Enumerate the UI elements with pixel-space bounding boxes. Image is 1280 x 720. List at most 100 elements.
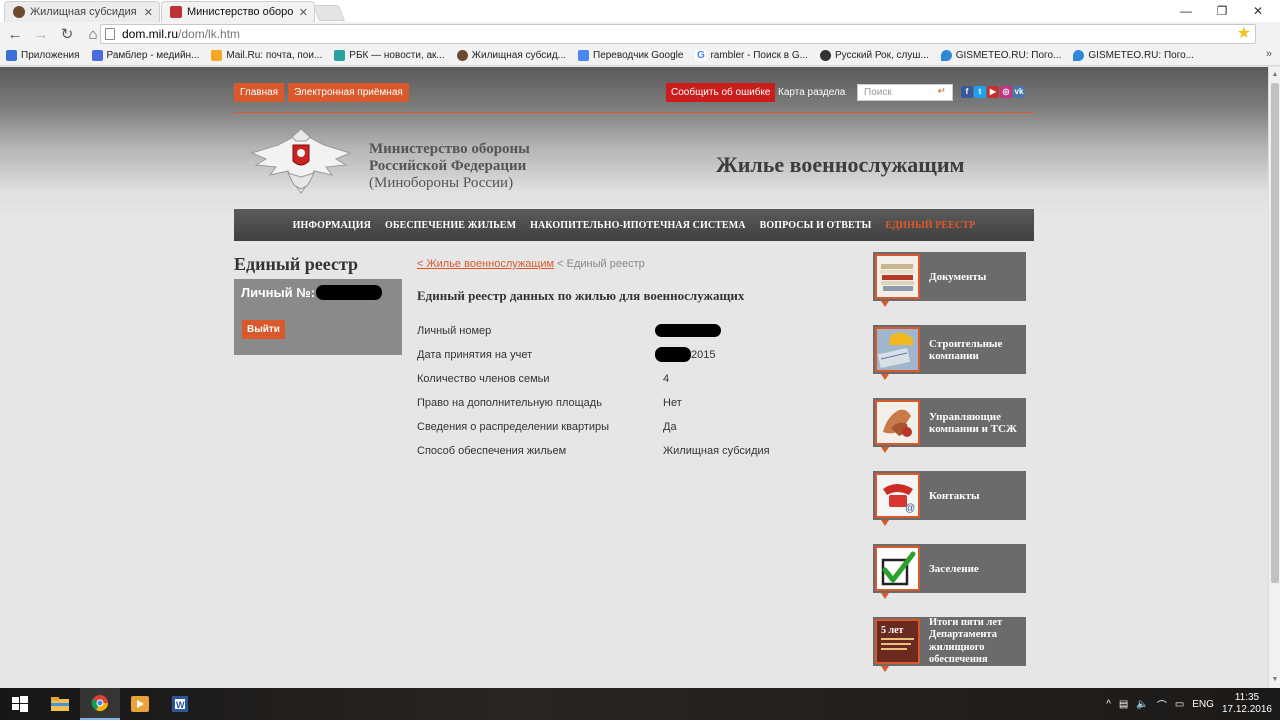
ministry-line: Российской Федерации [369, 158, 527, 174]
ministry-line: (Минобороны России) [369, 175, 514, 191]
nav-item-housing[interactable]: Обеспечение жильем [385, 220, 516, 231]
personal-account-box: Личный №: Выйти [234, 279, 402, 355]
enter-icon[interactable]: ↵ [938, 86, 946, 97]
tray-expand-icon[interactable]: ^ [1106, 699, 1111, 710]
bookmark-label: Mail.Ru: почта, пои... [226, 50, 323, 61]
card-label: Заселение [929, 562, 979, 575]
nav-item-registry[interactable]: Единый реестр [885, 220, 975, 231]
bookmarks-overflow-icon[interactable]: » [1266, 48, 1272, 60]
logout-button[interactable]: Выйти [242, 320, 285, 339]
report-error-button[interactable]: Сообщить об ошибке [666, 83, 776, 102]
e-reception-link[interactable]: Электронная приёмная [288, 83, 409, 102]
media-player-icon[interactable] [120, 688, 160, 720]
bookmark-item[interactable]: GISMETEO.RU: Пого... [1073, 50, 1194, 61]
tab-close-icon[interactable]: ✕ [299, 6, 308, 19]
facebook-icon[interactable]: f [961, 86, 973, 98]
twitter-icon[interactable]: t [974, 86, 986, 98]
side-card-contacts[interactable]: @ Контакты [873, 471, 1026, 526]
back-icon[interactable]: ← [2, 23, 28, 45]
side-card-documents[interactable]: Документы [873, 252, 1026, 307]
bookmark-item[interactable]: Русский Рок, слуш... [819, 50, 929, 61]
chrome-icon[interactable] [80, 688, 120, 720]
scroll-thumb[interactable] [1271, 83, 1279, 583]
row-label: Количество членов семьи [417, 373, 550, 385]
wifi-icon[interactable]: ⌒ [1157, 697, 1167, 712]
reload-icon[interactable]: ↻ [54, 23, 80, 45]
side-card-management[interactable]: Управляющие компании и ТСЖ [873, 398, 1026, 453]
side-card-construction[interactable]: Строительные компании [873, 325, 1026, 380]
forward-icon[interactable]: → [28, 23, 54, 45]
bookmark-label: Переводчик Google [593, 50, 684, 61]
bookmark-label: GISMETEO.RU: Пого... [1088, 50, 1195, 61]
file-explorer-icon[interactable] [40, 688, 80, 720]
notification-icon[interactable]: ▭ [1175, 699, 1184, 710]
bookmark-item[interactable]: Mail.Ru: почта, пои... [211, 50, 322, 61]
language-indicator[interactable]: ENG [1192, 699, 1214, 710]
clock-date: 17.12.2016 [1221, 704, 1272, 715]
bookmark-item[interactable]: Рамблер - медийн... [91, 50, 199, 61]
new-tab-button[interactable] [313, 5, 345, 21]
card-label: Контакты [929, 489, 980, 502]
nav-item-mortgage[interactable]: Накопительно-ипотечная система [530, 220, 745, 231]
page-viewport: Главная Электронная приёмная Сообщить об… [0, 67, 1268, 688]
bookmark-item[interactable]: РБК — новости, ак... [334, 50, 445, 61]
row-value: Жилищная субсидия [663, 445, 770, 457]
bookmark-favicon-icon [334, 50, 346, 61]
breadcrumb-link[interactable]: < Жилье военнослужащим [417, 258, 554, 270]
bookmark-star-icon[interactable]: ★ [1237, 25, 1251, 43]
youtube-icon[interactable]: ▶ [987, 86, 999, 98]
eagle-emblem-logo[interactable] [248, 123, 354, 199]
breadcrumb-current: < Единый реестр [557, 258, 645, 270]
bookmark-item[interactable]: Приложения [6, 50, 80, 61]
content-title: Единый реестр данных по жилью для военно… [417, 288, 745, 303]
restore-icon[interactable]: ❐ [1204, 0, 1240, 22]
network-icon[interactable]: ▤ [1119, 699, 1128, 710]
personal-number-label: Личный №: [241, 285, 316, 300]
page-scrollbar[interactable]: ▲ ▼ [1268, 67, 1280, 688]
scroll-down-icon[interactable]: ▼ [1269, 674, 1280, 686]
bookmark-item[interactable]: Переводчик Google [578, 50, 683, 61]
browser-tab-subsidy[interactable]: Жилищная субсидия для ✕ [4, 1, 160, 22]
side-card-five-years[interactable]: 5 лет Итоги пяти лет Департамента жилищн… [873, 617, 1026, 672]
scroll-up-icon[interactable]: ▲ [1269, 69, 1280, 81]
card-arrow [881, 301, 889, 307]
volume-icon[interactable]: 🔈 [1136, 699, 1148, 710]
vk-icon[interactable]: vk [1013, 86, 1025, 98]
info-row: Сведения о распределении квартиры Да [417, 421, 857, 437]
address-bar[interactable]: dom.mil.ru /dom/lk.htm ★ [100, 24, 1256, 44]
bookmark-label: Русский Рок, слуш... [834, 50, 929, 61]
bookmark-favicon-icon [1073, 50, 1085, 61]
info-row: Личный номер [417, 324, 857, 341]
search-input[interactable]: Поиск ↵ [857, 84, 953, 101]
card-arrow [881, 593, 889, 599]
close-window-icon[interactable]: ✕ [1240, 0, 1276, 22]
bookmark-favicon-icon [211, 50, 223, 61]
word-icon[interactable]: W [160, 688, 200, 720]
bookmark-label: GISMETEO.RU: Пого... [955, 50, 1062, 61]
side-card-settlement[interactable]: Заселение [873, 544, 1026, 599]
minimize-icon[interactable]: — [1168, 0, 1204, 22]
nav-item-faq[interactable]: Вопросы и ответы [760, 220, 872, 231]
row-value: 2015 [691, 349, 716, 361]
row-label: Сведения о распределении квартиры [417, 421, 610, 433]
clock[interactable]: 11:35 17.12.2016 [1222, 692, 1272, 716]
instagram-icon[interactable]: ◎ [1000, 86, 1012, 98]
apps-icon [6, 50, 17, 61]
sitemap-link[interactable]: Карта раздела [778, 87, 845, 98]
row-label: Личный номер [417, 325, 492, 337]
bookmark-item[interactable]: Жилищная субсид... [456, 50, 566, 61]
home-link[interactable]: Главная [234, 83, 285, 102]
start-windows-icon[interactable] [0, 688, 40, 720]
bookmark-item[interactable]: GISMETEO.RU: Пого... [940, 50, 1062, 61]
nav-item-information[interactable]: Информация [293, 220, 371, 231]
card-label: Управляющие компании и ТСЖ [929, 410, 1017, 435]
tab-title: Жилищная субсидия для [30, 6, 139, 18]
card-label: Строительные компании [929, 337, 1003, 362]
redaction-mark [655, 324, 721, 337]
bookmark-item[interactable]: Grambler - Поиск в G... [695, 50, 808, 61]
tab-close-icon[interactable]: ✕ [144, 6, 153, 19]
browser-tab-ministry[interactable]: Министерство обороны ✕ [161, 1, 315, 22]
row-label: Право на дополнительную площадь [417, 397, 602, 409]
browser-tabstrip: Жилищная субсидия для ✕ Министерство обо… [0, 0, 1280, 22]
breadcrumb: < Жилье военнослужащим < Единый реестр [417, 258, 645, 270]
